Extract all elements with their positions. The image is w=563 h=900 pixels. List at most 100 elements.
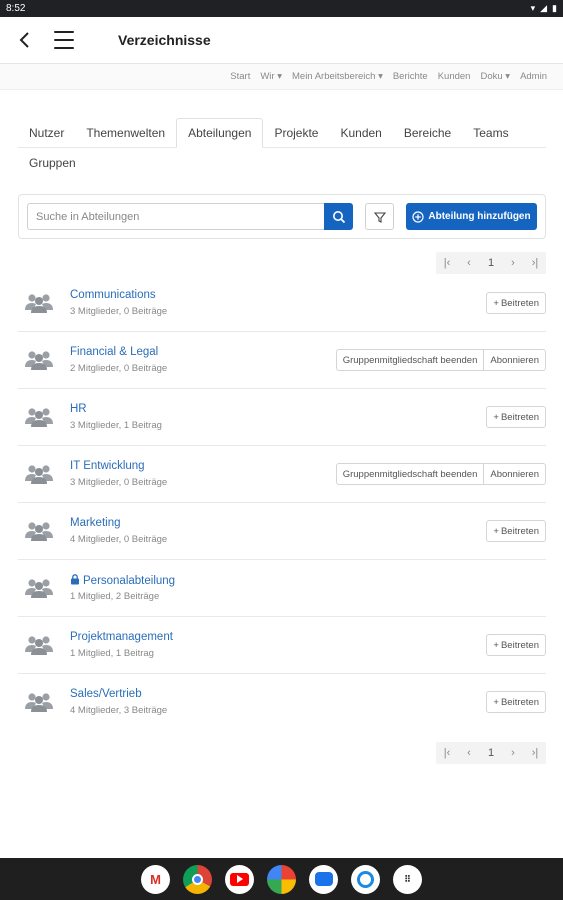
join-button[interactable]: + Beitreten — [486, 520, 546, 542]
status-icons: ▾ ◢ ▮ — [531, 3, 557, 14]
filter-icon — [373, 211, 386, 223]
join-label: Beitreten — [500, 297, 539, 309]
department-list: Communications 3 Mitglieder, 0 Beiträge + B… — [18, 275, 546, 731]
tab-kunden[interactable]: Kunden — [329, 118, 392, 148]
group-meta: 4 Mitglieder, 0 Beiträge — [70, 534, 168, 545]
list-item: HR 3 Mitglieder, 1 Beitrag + Beitreten — [18, 389, 546, 446]
join-button[interactable]: + Beitreten — [486, 691, 546, 713]
group-icon — [24, 291, 54, 315]
group-icon — [24, 576, 54, 600]
topnav-item[interactable]: Berichte — [393, 71, 428, 82]
browser-icon[interactable] — [351, 864, 380, 894]
search-panel: Abteilung hinzufügen — [18, 194, 546, 239]
member-actions: Gruppenmitgliedschaft beenden Abonnieren — [335, 349, 546, 371]
tab-gruppen[interactable]: Gruppen — [18, 148, 87, 178]
topnav-item[interactable]: Doku ▾ — [480, 71, 510, 82]
group-name: Projektmanagement — [70, 631, 173, 643]
subscribe-button[interactable]: Abonnieren — [483, 464, 545, 484]
chrome-icon[interactable] — [183, 864, 212, 894]
group-meta: 3 Mitglieder, 1 Beitrag — [70, 420, 162, 431]
tab-bereiche[interactable]: Bereiche — [393, 118, 462, 148]
group-name: HR — [70, 403, 87, 415]
add-department-button[interactable]: Abteilung hinzufügen — [406, 203, 537, 230]
tab-row: Nutzer Themenwelten Abteilungen Projekte Kun… — [18, 118, 546, 148]
topnav-item[interactable]: Start — [230, 71, 250, 82]
tab-row-2: Gruppen — [18, 148, 546, 178]
current-page[interactable]: 1 — [480, 747, 502, 759]
group-name-link[interactable]: IT Entwicklung — [70, 460, 145, 472]
next-page-button[interactable]: › — [502, 257, 524, 269]
directory-tabs: Nutzer Themenwelten Abteilungen Projekte Kun… — [18, 118, 546, 178]
list-item: Financial & Legal 2 Mitglieder, 0 Beiträg… — [18, 332, 546, 389]
group-name-link[interactable]: Financial & Legal — [70, 346, 158, 358]
member-actions: Gruppenmitgliedschaft beenden Abonnieren — [335, 463, 546, 485]
plus-circle-icon — [412, 210, 424, 223]
group-icon — [24, 462, 54, 486]
join-label: Beitreten — [500, 411, 539, 423]
tab-abteilungen[interactable]: Abteilungen — [176, 118, 264, 148]
list-item: Personalabteilung 1 Mitglied, 2 Beiträge — [18, 560, 546, 617]
join-button[interactable]: + Beitreten — [486, 292, 546, 314]
group-icon — [24, 690, 54, 714]
group-name-link[interactable]: Personalabteilung — [70, 574, 175, 588]
list-item: Projektmanagement 1 Mitglied, 1 Beitrag + B… — [18, 617, 546, 674]
join-label: Beitreten — [500, 639, 539, 651]
status-bar: 8:52 ▾ ◢ ▮ — [0, 0, 563, 17]
menu-button[interactable] — [54, 31, 74, 49]
messages-icon[interactable] — [309, 864, 338, 894]
leave-group-button[interactable]: Gruppenmitgliedschaft beenden — [337, 350, 484, 370]
group-name-link[interactable]: Projektmanagement — [70, 631, 173, 643]
filter-button[interactable] — [365, 203, 394, 230]
join-button[interactable]: + Beitreten — [486, 406, 546, 428]
current-page[interactable]: 1 — [480, 257, 502, 269]
app-dock: M ⠿ — [0, 858, 563, 900]
subscribe-button[interactable]: Abonnieren — [483, 350, 545, 370]
top-navigation: Start Wir ▾ Mein Arbeitsbereich ▾ Berichte K… — [0, 64, 563, 90]
page-title: Verzeichnisse — [118, 32, 211, 48]
first-page-button[interactable]: |‹ — [436, 747, 458, 759]
tab-projekte[interactable]: Projekte — [263, 118, 329, 148]
plus-icon: + — [493, 411, 499, 423]
group-icon — [24, 405, 54, 429]
topnav-item[interactable]: Kunden — [438, 71, 471, 82]
leave-group-button[interactable]: Gruppenmitgliedschaft beenden — [337, 464, 484, 484]
last-page-button[interactable]: ›| — [524, 747, 546, 759]
topnav-item[interactable]: Wir ▾ — [260, 71, 282, 82]
gmail-icon[interactable]: M — [141, 864, 170, 894]
list-item: Sales/Vertrieb 4 Mitglieder, 3 Beiträge + B… — [18, 674, 546, 731]
search-input[interactable] — [27, 203, 324, 230]
signal-icon: ◢ — [540, 3, 548, 13]
join-button[interactable]: + Beitreten — [486, 634, 546, 656]
plus-icon: + — [493, 297, 499, 309]
group-name: Communications — [70, 289, 156, 301]
next-page-button[interactable]: › — [502, 747, 524, 759]
join-label: Beitreten — [500, 696, 539, 708]
tab-themenwelten[interactable]: Themenwelten — [75, 118, 176, 148]
apps-icon[interactable]: ⠿ — [393, 864, 422, 894]
search-button[interactable] — [324, 203, 353, 230]
topnav-item[interactable]: Admin — [520, 71, 547, 82]
last-page-button[interactable]: ›| — [524, 257, 546, 269]
group-icon — [24, 633, 54, 657]
topnav-item[interactable]: Mein Arbeitsbereich ▾ — [292, 71, 383, 82]
photos-icon[interactable] — [267, 864, 296, 894]
group-meta: 1 Mitglied, 1 Beitrag — [70, 648, 154, 659]
group-meta: 2 Mitglieder, 0 Beiträge — [70, 363, 168, 374]
pagination-top: |‹ ‹ 1 › ›| — [436, 252, 546, 274]
group-name: Personalabteilung — [83, 575, 176, 587]
prev-page-button[interactable]: ‹ — [458, 257, 480, 269]
group-meta: 4 Mitglieder, 3 Beiträge — [70, 705, 168, 716]
group-name-link[interactable]: Marketing — [70, 517, 121, 529]
group-name-link[interactable]: Communications — [70, 289, 156, 301]
list-item: Communications 3 Mitglieder, 0 Beiträge + B… — [18, 275, 546, 332]
first-page-button[interactable]: |‹ — [436, 257, 458, 269]
group-name-link[interactable]: HR — [70, 403, 87, 415]
youtube-icon[interactable] — [225, 864, 254, 894]
tab-teams[interactable]: Teams — [462, 118, 519, 148]
group-name-link[interactable]: Sales/Vertrieb — [70, 688, 142, 700]
back-button[interactable] — [14, 29, 36, 51]
add-department-label: Abteilung hinzufügen — [428, 211, 531, 222]
list-item: Marketing 4 Mitglieder, 0 Beiträge + Beitre… — [18, 503, 546, 560]
prev-page-button[interactable]: ‹ — [458, 747, 480, 759]
tab-nutzer[interactable]: Nutzer — [18, 118, 75, 148]
